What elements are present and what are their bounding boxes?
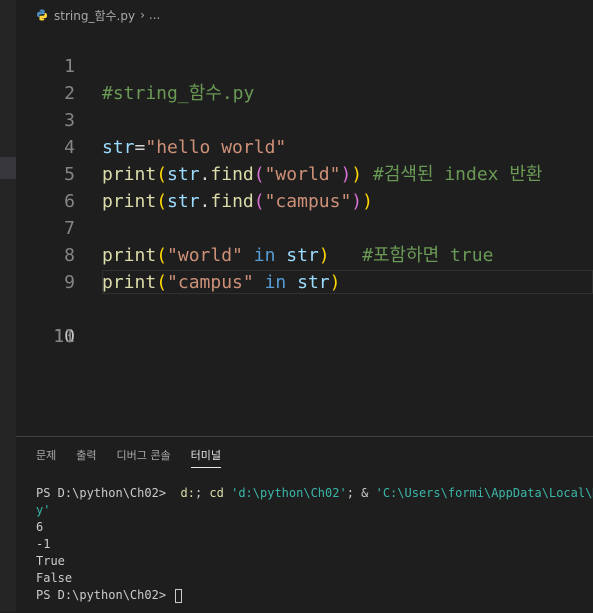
terminal-prompt: PS D:\python\Ch02> (36, 588, 167, 602)
terminal-command: cd (209, 486, 224, 500)
terminal-cursor (175, 588, 183, 603)
terminal-output: 6 (36, 520, 44, 534)
code-line[interactable]: 8 print("campus" in str) (16, 215, 593, 293)
terminal-line: y' (36, 502, 593, 519)
terminal-path: 'd:\python\Ch02' (231, 486, 347, 500)
terminal-output: False (36, 571, 73, 585)
panel-tabs: 문제 출력 디버그 콘솔 터미널 (36, 447, 241, 468)
terminal-separator: ; & (346, 486, 376, 500)
terminal-output: True (36, 554, 65, 568)
code-area[interactable]: 1 #string_함수.py 2 3 str="hello world" 4 … (16, 26, 593, 347)
chevron-right-icon: › (140, 8, 145, 22)
code-line[interactable]: 11 (16, 296, 593, 347)
activity-bar-indicator (0, 157, 16, 179)
terminal-command: d: (180, 486, 195, 500)
code-line[interactable]: 9 (16, 242, 593, 293)
terminal-path: y' (36, 503, 51, 517)
activity-bar (0, 0, 16, 612)
bottom-panel: 문제 출력 디버그 콘솔 터미널 PS D:\python\Ch02> d:; … (16, 436, 593, 613)
code-editor[interactable]: string_함수.py › ... 1 #string_함수.py 2 3 s… (16, 0, 593, 436)
terminal-line[interactable]: PS D:\python\Ch02> (36, 587, 593, 604)
breadcrumb-rest[interactable]: ... (149, 8, 160, 22)
terminal-path: 'C:\Users\formi\AppData\Local\Mic (375, 486, 593, 500)
python-file-icon (37, 9, 47, 21)
tab-debug-console[interactable]: 디버그 콘솔 (117, 447, 171, 468)
current-line-highlight (102, 270, 593, 294)
breadcrumb-file[interactable]: string_함수.py (54, 7, 135, 24)
code-line[interactable]: 3 str="hello world" (16, 80, 593, 158)
code-line[interactable]: 1 #string_함수.py (16, 26, 593, 104)
code-line[interactable]: 4 print(str.find("world")) #검색된 index 반환 (16, 107, 593, 185)
tab-output[interactable]: 출력 (76, 447, 96, 468)
terminal[interactable]: PS D:\python\Ch02> d:; cd 'd:\python\Ch0… (36, 485, 593, 604)
code-line[interactable]: 5 print(str.find("campus")) (16, 134, 593, 212)
code-line[interactable]: 7 print("world" in str) #포함하면 true (16, 188, 593, 266)
code-line[interactable]: 6 (16, 161, 593, 212)
current-code-line[interactable]: 10 (16, 269, 593, 347)
tab-problems[interactable]: 문제 (36, 447, 56, 468)
terminal-prompt: PS D:\python\Ch02> (36, 486, 167, 500)
terminal-separator: ; (194, 486, 210, 500)
code-line[interactable]: 2 (16, 53, 593, 104)
terminal-output: -1 (36, 537, 51, 551)
line-number: 11 (53, 326, 75, 347)
tab-terminal[interactable]: 터미널 (190, 447, 221, 468)
terminal-line: PS D:\python\Ch02> d:; cd 'd:\python\Ch0… (36, 485, 593, 502)
